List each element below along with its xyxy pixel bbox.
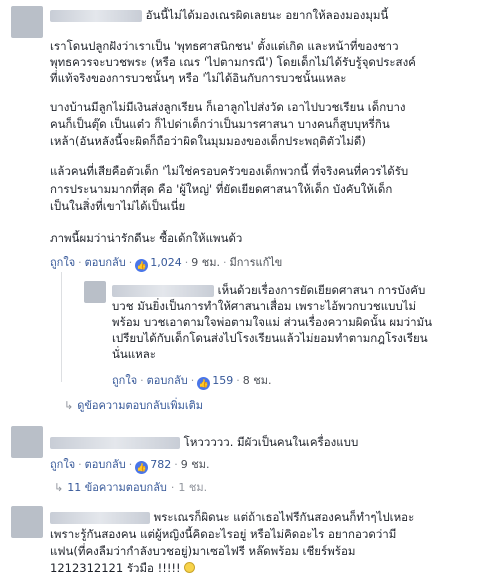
view-more-replies-link[interactable]: ↳ ดูข้อความตอบกลับเพิ่มเติม [64, 399, 203, 413]
replies-timestamp: 1 ชม. [178, 481, 208, 494]
comment-4-line-1: พระเณรก็ผิดนะ แต่ถ้าเธอไฟรีกันสองคนก็ทำๆ… [50, 509, 414, 525]
comment-1-para-1-line-3: ที่แท้จริงของการบวชนั้นๆ หรือ 'ไม่ได้อิน… [50, 71, 347, 85]
comment-1-para-2-line-2: คนก็เป็นตุ๊ด เป็นแต๋ว ก็ไปด่าเด็กว่าเป็น… [50, 117, 390, 131]
timestamp[interactable]: 9 ชม. [191, 256, 220, 269]
reaction-count[interactable]: 159 [212, 374, 233, 387]
comment-4-line-2: เพราะรู้กันสองคน แต่ผู้หญิงนี้คิดอะไรอยู… [50, 527, 397, 541]
comment-4-line-4: 1212312121 รัวมือ !!!!! [50, 560, 195, 576]
comment-1-para-3-line-2: การประนามมากที่สุด คือ 'ผู้ใหญ่' ที่ยัดเ… [50, 182, 393, 196]
thumbs-up-icon: 👍 [197, 377, 211, 390]
avatar[interactable] [11, 426, 43, 458]
author-name-redacted[interactable] [50, 511, 150, 524]
comment-1-para-1-line-1: เราโดนปลูกฝังว่าเราเป็น 'พุทธศาสนิกชน' ต… [50, 39, 399, 53]
smiley-icon [183, 562, 195, 573]
comment-2-first-line: เห็นด้วยเรื่องการยัดเยียดศาสนา การบังคับ [217, 283, 426, 297]
comment-1-para-2-line-3: เหล้า(อันหลังนี้จะผิดก็ถือว่าผิดในมุมมอง… [50, 134, 366, 148]
author-name-redacted[interactable] [50, 9, 142, 22]
avatar[interactable] [11, 6, 43, 38]
comment-3-actions: ถูกใจ · ตอบกลับ · 👍 782 · 9 ชม. [50, 458, 210, 474]
reply-link[interactable]: ตอบกลับ [85, 458, 126, 471]
author-name-redacted[interactable] [50, 436, 180, 449]
timestamp[interactable]: 8 ชม. [243, 374, 272, 387]
comment-1-para-1-line-2: พุทธควรจะบวชพระ (หรือ เณร 'ไปตามกรณี') โ… [50, 55, 416, 69]
author-name-redacted[interactable] [112, 284, 214, 297]
timestamp[interactable]: 9 ชม. [181, 458, 210, 471]
thumbs-up-icon: 👍 [135, 259, 149, 272]
comment-1-actions: ถูกใจ · ตอบกลับ · 👍 1,024 · 9 ชม. · มีการแก้ไข [50, 256, 283, 272]
comment-2-line-5: นั่นแหละ [112, 347, 156, 361]
comment-4-last-text: 1212312121 รัวมือ !!!!! [50, 561, 181, 575]
edited-label[interactable]: มีการแก้ไข [229, 256, 282, 269]
comment-3-text: โหววววว. มีผัวเป็นคนในเครื่องแบบ [183, 435, 359, 449]
like-link[interactable]: ถูกใจ [50, 256, 75, 269]
comment-1-para-4-line-1: ภาพนี้ผมว่าน่ารักดีนะ ซื้อเด้กให้แพนด้ว [50, 231, 243, 245]
comment-1-para-3-line-3: เป็นในสิ่งที่เขาไม่ได้เป็นเนี่ย [50, 199, 186, 213]
comment-3-line-1: โหววววว. มีผัวเป็นคนในเครื่องแบบ [50, 434, 358, 450]
reply-link[interactable]: ตอบกลับ [85, 256, 126, 269]
replies-count-link[interactable]: ↳ 11 ข้อความตอบกลับ · 1 ชม. [54, 481, 207, 495]
comment-1-para-3-line-1: แล้วคนที่เสียคือตัวเด็ก 'ไม่ใช่ครอบครัวข… [50, 164, 409, 178]
comment-4-line-3: แฟน(ที่คงลืมว่ากำลังบวชอยู่)มาเซอไฟรี หล… [50, 544, 356, 558]
reaction-count[interactable]: 1,024 [150, 256, 182, 269]
comment-2-line-1: เห็นด้วยเรื่องการยัดเยียดศาสนา การบังคับ [112, 282, 425, 298]
avatar[interactable] [11, 506, 43, 538]
comment-2-line-2: บวช มันยิ่งเป็นการทำให้ศาสนาเสื่อม เพราะ… [112, 299, 417, 313]
like-link[interactable]: ถูกใจ [50, 458, 75, 471]
comment-2-line-4: เปรียบได้กับเด็กโดนส่งไปโรงเรียนแล้วไม่ย… [112, 331, 428, 345]
comment-1-header: อันนี้ไม่ได้มองเณรผิดเลยนะ อยากให้ลองมอง… [50, 7, 388, 23]
reply-arrow-icon: ↳ [64, 399, 74, 412]
comment-2-actions: ถูกใจ · ตอบกลับ · 👍 159 · 8 ชม. [112, 374, 272, 390]
reaction-count[interactable]: 782 [150, 458, 171, 471]
thumbs-up-icon: 👍 [135, 461, 149, 474]
reply-arrow-icon: ↳ [54, 481, 64, 494]
comment-4-first-line: พระเณรก็ผิดนะ แต่ถ้าเธอไฟรีกันสองคนก็ทำๆ… [153, 510, 415, 524]
thread-line [61, 272, 62, 382]
reply-link[interactable]: ตอบกลับ [147, 374, 188, 387]
comment-2-line-3: พร้อม บวชเอาตามใจพ่อตามใจแม่ ส่วนเรื่องค… [112, 315, 433, 329]
avatar[interactable] [84, 281, 106, 303]
comment-1-first-line: อันนี้ไม่ได้มองเณรผิดเลยนะ อยากให้ลองมอง… [145, 8, 389, 22]
comment-1-para-2-line-1: บางบ้านมีลูกไม่มีเงินส่งลูกเรียน ก็เอาลู… [50, 100, 406, 114]
like-link[interactable]: ถูกใจ [112, 374, 137, 387]
